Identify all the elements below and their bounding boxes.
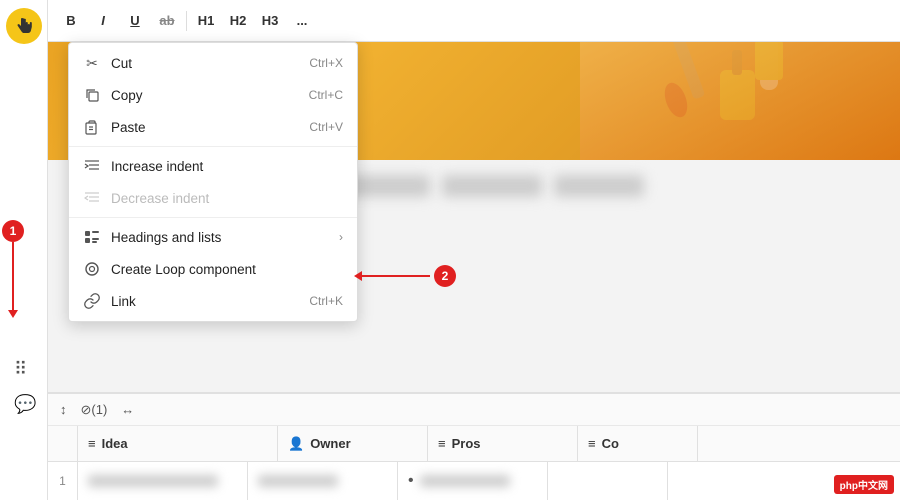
context-menu: ✂ Cut Ctrl+X Copy Ctrl+C Paste Ctrl+V (68, 42, 358, 322)
table-cell-idea-1[interactable] (78, 462, 248, 500)
menu-item-decrease-indent: Decrease indent (69, 182, 357, 214)
table-cell-pros-1[interactable]: • (398, 462, 548, 500)
copy-label: Copy (111, 88, 299, 103)
editor-toolbar: B I U ab H1 H2 H3 ... (48, 0, 900, 42)
table-resize-button[interactable]: ↔ (117, 400, 138, 419)
table-col-co: ≡ Co (578, 426, 698, 461)
loop-icon (83, 260, 101, 278)
create-loop-label: Create Loop component (111, 262, 343, 277)
menu-separator-2 (69, 217, 357, 218)
table-col-owner: 👤 Owner (278, 426, 428, 461)
copy-shortcut: Ctrl+C (309, 88, 343, 102)
idea-col-label: Idea (102, 436, 128, 451)
menu-item-link[interactable]: Link Ctrl+K (69, 285, 357, 317)
headings-icon (83, 228, 101, 246)
idea-col-icon: ≡ (88, 436, 96, 451)
row-number-header (48, 426, 78, 461)
table-col-idea: ≡ Idea (78, 426, 278, 461)
pros-col-label: Pros (452, 436, 481, 451)
menu-separator-1 (69, 146, 357, 147)
increase-indent-icon (83, 157, 101, 175)
table-sort-button[interactable]: ↕ (56, 400, 71, 419)
underline-button[interactable]: U (120, 7, 150, 35)
co-col-icon: ≡ (588, 436, 596, 451)
menu-item-cut[interactable]: ✂ Cut Ctrl+X (69, 47, 357, 79)
bold-button[interactable]: B (56, 7, 86, 35)
table-cell-co-1[interactable] (548, 462, 668, 500)
cursor-icon (6, 8, 42, 44)
annotation-1-circle: 1 (2, 220, 24, 242)
table-col-pros: ≡ Pros (428, 426, 578, 461)
annotation-2-arrow (360, 275, 430, 277)
decrease-indent-label: Decrease indent (111, 191, 343, 206)
hand-cursor-icon (14, 16, 34, 36)
link-label: Link (111, 294, 299, 309)
link-icon (83, 292, 101, 310)
blurred-text-2 (442, 175, 542, 197)
blurred-text-3 (554, 175, 644, 197)
row-number-1: 1 (48, 462, 78, 500)
table-toolbar: ↕ ⊘(1) ↔ (48, 394, 900, 426)
menu-item-headings[interactable]: Headings and lists › (69, 221, 357, 253)
table-filter-button[interactable]: ⊘(1) (77, 400, 112, 420)
bullet-icon: • (408, 472, 414, 490)
table-section: ↕ ⊘(1) ↔ ≡ Idea 👤 Owner ≡ Pros ≡ Co 1 (48, 392, 900, 500)
grid-icon[interactable]: ⠿ (14, 359, 27, 380)
cut-label: Cut (111, 56, 299, 71)
increase-indent-label: Increase indent (111, 159, 343, 174)
menu-item-create-loop[interactable]: Create Loop component (69, 253, 357, 285)
decrease-indent-icon (83, 189, 101, 207)
h3-button[interactable]: H3 (255, 7, 285, 35)
copy-icon (83, 86, 101, 104)
menu-item-paste[interactable]: Paste Ctrl+V (69, 111, 357, 143)
paste-label: Paste (111, 120, 299, 135)
pros-col-icon: ≡ (438, 436, 446, 451)
toolbar-divider-1 (186, 11, 187, 31)
blurred-content-row (310, 175, 644, 197)
owner-col-icon: 👤 (288, 436, 304, 452)
italic-button[interactable]: I (88, 7, 118, 35)
paste-shortcut: Ctrl+V (309, 120, 343, 134)
link-shortcut: Ctrl+K (309, 294, 343, 308)
h1-button[interactable]: H1 (191, 7, 221, 35)
cell-blur-owner (258, 475, 338, 487)
headings-arrow: › (339, 230, 343, 244)
cell-blur-idea (88, 475, 218, 487)
owner-col-label: Owner (310, 436, 350, 451)
paste-icon (83, 118, 101, 136)
annotation-2-circle: 2 (434, 265, 456, 287)
annotation-step-2: 2 (360, 265, 456, 287)
table-cell-owner-1[interactable] (248, 462, 398, 500)
menu-item-increase-indent[interactable]: Increase indent (69, 150, 357, 182)
table-header: ≡ Idea 👤 Owner ≡ Pros ≡ Co (48, 426, 900, 462)
menu-item-copy[interactable]: Copy Ctrl+C (69, 79, 357, 111)
table-row: 1 • (48, 462, 900, 500)
php-watermark: php中文网 (834, 475, 894, 494)
cell-blur-pros (420, 475, 510, 487)
strikethrough-button[interactable]: ab (152, 7, 182, 35)
cut-shortcut: Ctrl+X (309, 56, 343, 70)
cut-icon: ✂ (83, 54, 101, 72)
annotation-step-1: 1 (2, 220, 24, 312)
h2-button[interactable]: H2 (223, 7, 253, 35)
co-col-label: Co (602, 436, 619, 451)
annotation-1-arrow (12, 242, 14, 312)
headings-label: Headings and lists (111, 230, 329, 245)
more-button[interactable]: ... (287, 7, 317, 35)
chat-icon[interactable]: 💬 (14, 394, 36, 415)
